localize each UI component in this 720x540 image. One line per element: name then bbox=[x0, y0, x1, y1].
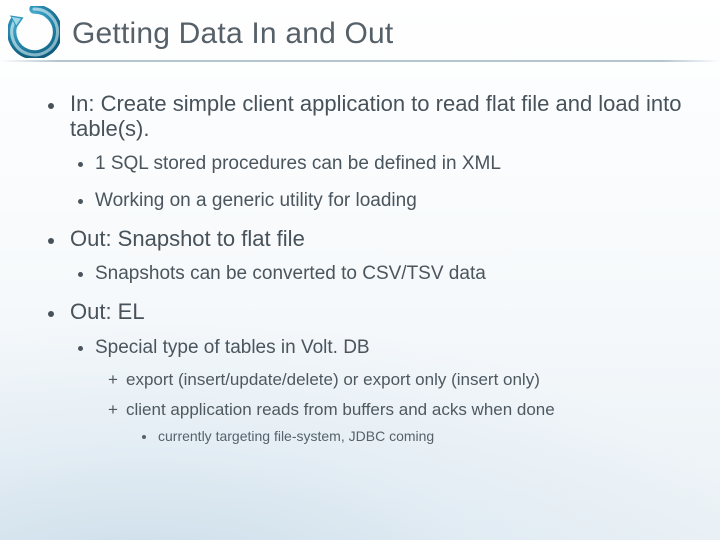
slide-content: In: Create simple client application to … bbox=[0, 68, 720, 444]
bullet-text: 1 SQL stored procedures can be defined i… bbox=[95, 153, 684, 176]
list-item: Working on a generic utility for loading bbox=[78, 190, 684, 213]
bullet-list: In: Create simple client application to … bbox=[36, 92, 684, 444]
list-item: Out: Snapshot to flat file Snapshots can… bbox=[36, 227, 684, 286]
bullet-text: Special type of tables in Volt. DB bbox=[95, 337, 684, 360]
bullet-icon bbox=[48, 103, 54, 109]
list-item: + client application reads from buffers … bbox=[106, 400, 684, 444]
bullet-text: export (insert/update/delete) or export … bbox=[126, 370, 684, 390]
logo-icon bbox=[8, 6, 60, 58]
list-item: + export (insert/update/delete) or expor… bbox=[106, 370, 684, 390]
bullet-text: Working on a generic utility for loading bbox=[95, 190, 684, 213]
bullet-text: Snapshots can be converted to CSV/TSV da… bbox=[95, 263, 684, 286]
bullet-icon bbox=[48, 311, 54, 317]
header-divider bbox=[0, 60, 720, 62]
bullet-icon bbox=[78, 346, 83, 351]
list-item: Snapshots can be converted to CSV/TSV da… bbox=[78, 263, 684, 286]
bullet-text: In: Create simple client application to … bbox=[70, 92, 684, 141]
bullet-text: currently targeting file-system, JDBC co… bbox=[158, 428, 684, 444]
plus-icon: + bbox=[106, 370, 120, 390]
bullet-icon bbox=[48, 238, 54, 244]
bullet-icon bbox=[142, 435, 146, 439]
bullet-icon bbox=[78, 272, 83, 277]
slide-title: Getting Data In and Out bbox=[72, 17, 393, 51]
list-item: In: Create simple client application to … bbox=[36, 92, 684, 213]
bullet-icon bbox=[78, 162, 83, 167]
list-item: currently targeting file-system, JDBC co… bbox=[142, 428, 684, 444]
slide-header: Getting Data In and Out bbox=[0, 0, 720, 68]
list-item: 1 SQL stored procedures can be defined i… bbox=[78, 153, 684, 176]
plus-icon: + bbox=[106, 400, 120, 420]
list-item: Out: EL Special type of tables in Volt. … bbox=[36, 300, 684, 444]
bullet-text: client application reads from buffers an… bbox=[126, 400, 684, 420]
bullet-icon bbox=[78, 199, 83, 204]
bullet-text: Out: EL bbox=[70, 300, 684, 325]
bullet-text: Out: Snapshot to flat file bbox=[70, 227, 684, 252]
list-item: Special type of tables in Volt. DB + exp… bbox=[78, 337, 684, 445]
